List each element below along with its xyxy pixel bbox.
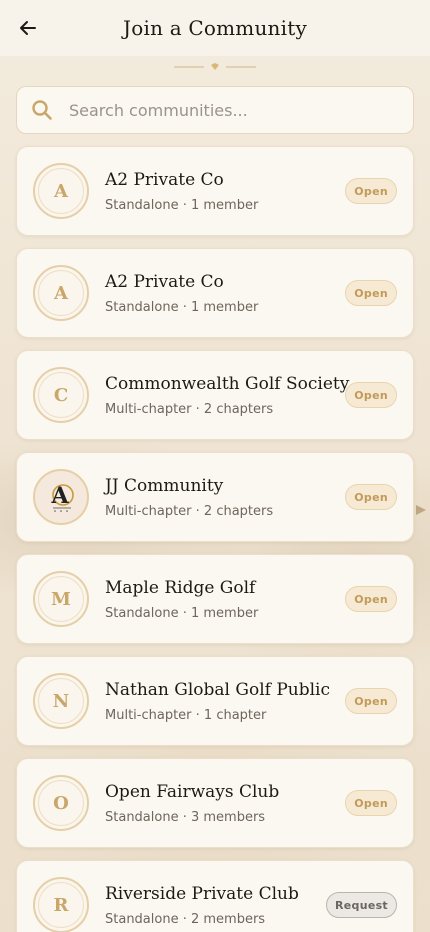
open-button[interactable]: Open bbox=[345, 790, 397, 816]
avatar-initial: O bbox=[38, 780, 84, 826]
avatar-initial: C bbox=[38, 372, 84, 418]
open-button[interactable]: Open bbox=[345, 382, 397, 408]
community-name: A2 Private Co bbox=[105, 170, 224, 190]
search-bar[interactable] bbox=[16, 86, 414, 134]
community-card[interactable]: A A2 Private Co Standalone · 1 member Op… bbox=[16, 146, 414, 236]
search-input[interactable] bbox=[69, 100, 389, 120]
app-header: Join a Community bbox=[0, 0, 430, 56]
community-card[interactable]: A JJ Community Multi-chapter · 2 chapter… bbox=[16, 452, 414, 542]
community-card[interactable]: C Commonwealth Golf Society Multi-chapte… bbox=[16, 350, 414, 440]
community-meta: Standalone · 2 members bbox=[105, 912, 266, 927]
community-name: Maple Ridge Golf bbox=[105, 578, 256, 598]
open-button[interactable]: Open bbox=[345, 178, 397, 204]
avatar: M bbox=[33, 571, 89, 627]
community-card[interactable]: M Maple Ridge Golf Standalone · 1 member… bbox=[16, 554, 414, 644]
avatar-initial: N bbox=[38, 678, 84, 724]
search-icon bbox=[32, 100, 52, 120]
community-meta: Standalone · 1 member bbox=[105, 300, 259, 315]
open-button[interactable]: Open bbox=[345, 280, 397, 306]
community-card[interactable]: N Nathan Global Golf Public Multi-chapte… bbox=[16, 656, 414, 746]
avatar: N bbox=[33, 673, 89, 729]
open-button[interactable]: Open bbox=[345, 586, 397, 612]
avatar-initial: R bbox=[38, 882, 84, 928]
community-name: A2 Private Co bbox=[105, 272, 224, 292]
community-name: Nathan Global Golf Public bbox=[105, 680, 331, 700]
community-name: Open Fairways Club bbox=[105, 782, 280, 802]
arrow-left-icon bbox=[20, 21, 36, 35]
community-card[interactable]: R Riverside Private Club Standalone · 2 … bbox=[16, 860, 414, 932]
community-card[interactable]: A A2 Private Co Standalone · 1 member Op… bbox=[16, 248, 414, 338]
community-meta: Standalone · 1 member bbox=[105, 606, 259, 621]
avatar-initial: M bbox=[38, 576, 84, 622]
back-button[interactable] bbox=[14, 14, 42, 42]
svg-text:A: A bbox=[50, 483, 69, 509]
page-title: Join a Community bbox=[123, 16, 307, 40]
avatar: A bbox=[33, 469, 89, 525]
avatar-initial: A bbox=[38, 168, 84, 214]
community-name: Riverside Private Club bbox=[105, 884, 299, 904]
avatar: C bbox=[33, 367, 89, 423]
avatar-initial: A bbox=[38, 270, 84, 316]
community-name: Commonwealth Golf Society bbox=[105, 374, 350, 394]
avatar: A bbox=[33, 265, 89, 321]
open-button[interactable]: Open bbox=[345, 688, 397, 714]
side-pull-tab[interactable] bbox=[416, 505, 426, 515]
avatar: A bbox=[33, 163, 89, 219]
diamond-divider-icon bbox=[0, 58, 430, 76]
open-button[interactable]: Open bbox=[345, 484, 397, 510]
community-meta: Multi-chapter · 1 chapter bbox=[105, 708, 267, 723]
avatar: O bbox=[33, 775, 89, 831]
request-button[interactable]: Request bbox=[325, 892, 397, 918]
community-meta: Standalone · 3 members bbox=[105, 810, 266, 825]
community-logo-icon: A bbox=[38, 474, 84, 520]
community-name: JJ Community bbox=[105, 476, 224, 496]
community-card[interactable]: O Open Fairways Club Standalone · 3 memb… bbox=[16, 758, 414, 848]
community-meta: Multi-chapter · 2 chapters bbox=[105, 402, 274, 417]
community-meta: Standalone · 1 member bbox=[105, 198, 259, 213]
community-meta: Multi-chapter · 2 chapters bbox=[105, 504, 274, 519]
avatar: R bbox=[33, 877, 89, 932]
